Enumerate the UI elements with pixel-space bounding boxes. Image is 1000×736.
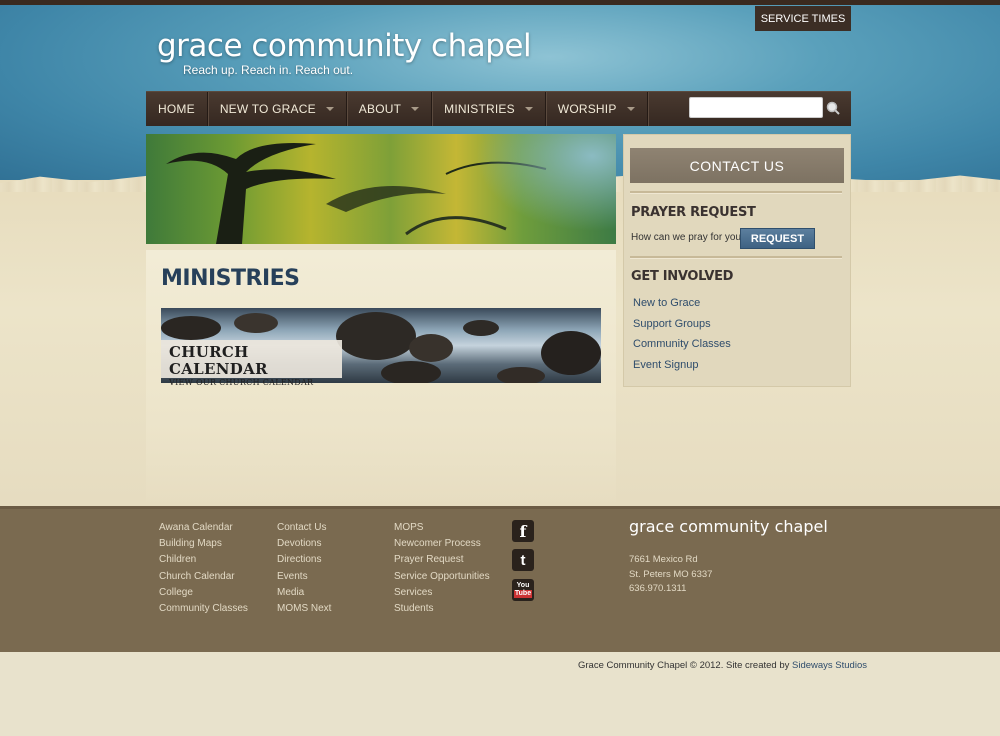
- top-strip: [0, 0, 1000, 5]
- church-calendar-subtitle: VIEW OUR CHURCH CALENDAR: [169, 378, 314, 387]
- footer-col-2: Contact Us Devotions Directions Events M…: [277, 520, 331, 617]
- prayer-request-heading: PRAYER REQUEST: [631, 205, 756, 220]
- link-new-to-grace[interactable]: New to Grace: [633, 297, 700, 309]
- nav-about[interactable]: ABOUT: [347, 92, 433, 126]
- footer-address: 7661 Mexico Rd St. Peters MO 6337 636.97…: [629, 553, 712, 597]
- footer-link[interactable]: Services: [394, 585, 490, 601]
- footer-link[interactable]: Media: [277, 585, 331, 601]
- footer-link[interactable]: Community Classes: [159, 601, 248, 617]
- nav-ministries[interactable]: MINISTRIES: [432, 92, 546, 126]
- footer-link[interactable]: Building Maps: [159, 536, 248, 552]
- footer-link[interactable]: Children: [159, 552, 248, 568]
- footer-link[interactable]: Awana Calendar: [159, 520, 248, 536]
- page-title: MINISTRIES: [161, 266, 300, 291]
- site-tagline: Reach up. Reach in. Reach out.: [183, 63, 354, 77]
- contact-us-button[interactable]: CONTACT US: [630, 148, 844, 183]
- caret-down-icon: [524, 107, 533, 111]
- footer-col-1: Awana Calendar Building Maps Children Ch…: [159, 520, 248, 617]
- phone-number: 636.970.1311: [629, 583, 687, 594]
- nav-worship[interactable]: WORSHIP: [546, 92, 648, 126]
- twitter-icon[interactable]: t: [512, 549, 534, 571]
- prayer-prompt: How can we pray for you?: [631, 232, 747, 243]
- footer-link[interactable]: Prayer Request: [394, 552, 490, 568]
- church-calendar-title: CHURCH CALENDAR: [169, 343, 268, 378]
- footer-link[interactable]: Directions: [277, 552, 331, 568]
- nav-about-label: ABOUT: [358, 102, 402, 116]
- footer-link[interactable]: MOMS Next: [277, 601, 331, 617]
- link-support-groups[interactable]: Support Groups: [633, 318, 711, 330]
- sidebar-divider: [630, 191, 842, 193]
- footer-link[interactable]: Students: [394, 601, 490, 617]
- site-logo[interactable]: grace community chapel: [157, 28, 532, 64]
- footer: [0, 506, 1000, 652]
- sidebar-divider: [630, 256, 842, 258]
- address-line: 7661 Mexico Rd: [629, 554, 698, 565]
- nav-ministries-label: MINISTRIES: [444, 102, 515, 116]
- copyright: Grace Community Chapel © 2012. Site crea…: [578, 660, 867, 671]
- footer-link[interactable]: Devotions: [277, 536, 331, 552]
- caret-down-icon: [411, 107, 420, 111]
- link-community-classes[interactable]: Community Classes: [633, 338, 731, 350]
- address-line: St. Peters MO 6337: [629, 568, 713, 580]
- church-calendar-label[interactable]: CHURCH CALENDAR VIEW OUR CHURCH CALENDAR: [161, 340, 342, 387]
- search-icon[interactable]: [826, 101, 840, 115]
- nav-home[interactable]: HOME: [146, 92, 208, 126]
- service-times-button[interactable]: SERVICE TIMES: [755, 6, 851, 31]
- caret-down-icon: [626, 107, 635, 111]
- footer-link[interactable]: College: [159, 585, 248, 601]
- footer-link[interactable]: Contact Us: [277, 520, 331, 536]
- nav-new-to-grace-label: NEW TO GRACE: [219, 102, 316, 116]
- footer-link[interactable]: Church Calendar: [159, 569, 248, 585]
- footer-logo: grace community chapel: [629, 517, 828, 536]
- footer-link[interactable]: Newcomer Process: [394, 536, 490, 552]
- search-input[interactable]: [689, 97, 823, 118]
- link-event-signup[interactable]: Event Signup: [633, 359, 698, 371]
- caret-down-icon: [325, 107, 334, 111]
- nav-worship-label: WORSHIP: [557, 102, 617, 116]
- nav-home-label: HOME: [158, 102, 195, 116]
- get-involved-heading: GET INVOLVED: [631, 269, 734, 284]
- copyright-text: Grace Community Chapel © 2012. Site crea…: [578, 660, 792, 671]
- footer-col-3: MOPS Newcomer Process Prayer Request Ser…: [394, 520, 490, 617]
- facebook-icon[interactable]: f: [512, 520, 534, 542]
- footer-link[interactable]: Events: [277, 569, 331, 585]
- footer-link[interactable]: Service Opportunities: [394, 569, 490, 585]
- credit-link[interactable]: Sideways Studios: [792, 660, 867, 671]
- youtube-icon[interactable]: You Tube: [512, 579, 534, 601]
- nav-new-to-grace[interactable]: NEW TO GRACE: [208, 92, 347, 126]
- footer-link[interactable]: MOPS: [394, 520, 490, 536]
- hero-image: [146, 134, 616, 244]
- request-button[interactable]: REQUEST: [740, 228, 815, 249]
